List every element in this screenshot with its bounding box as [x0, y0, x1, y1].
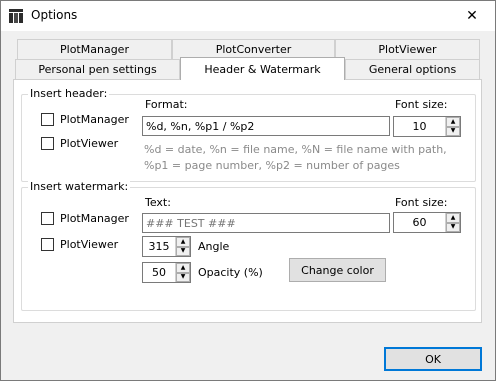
close-icon: ✕ — [466, 7, 478, 24]
change-color-button[interactable]: Change color — [289, 258, 386, 282]
group-label: Insert header: — [28, 87, 110, 100]
tab-label: PlotManager — [60, 43, 129, 56]
opacity-label: Opacity (%) — [198, 266, 263, 279]
spin-down-icon[interactable]: ▼ — [176, 272, 190, 282]
tab-plotviewer[interactable]: PlotViewer — [335, 39, 480, 59]
header-font-size-label: Font size: — [395, 98, 448, 111]
spinner-value: 10 — [412, 120, 427, 133]
checkbox-label: PlotViewer — [60, 238, 119, 251]
watermark-text-input[interactable] — [142, 213, 390, 233]
group-label: Insert watermark: — [28, 180, 131, 193]
app-icon — [8, 8, 24, 24]
spin-up-icon[interactable]: ▲ — [446, 117, 460, 127]
spinner-arrows: ▲ ▼ — [175, 263, 190, 282]
spinner-arrows: ▲ ▼ — [445, 213, 460, 232]
header-plotviewer-checkbox[interactable]: PlotViewer — [41, 137, 118, 150]
insert-watermark-group: Insert watermark: PlotManager PlotViewer… — [21, 180, 476, 311]
tab-label: PlotConverter — [215, 43, 292, 56]
spin-down-icon[interactable]: ▼ — [446, 222, 460, 232]
spinner-arrows: ▲ ▼ — [445, 117, 460, 136]
spinner-value: 60 — [412, 216, 427, 229]
options-dialog: Options ✕ PlotManager PlotConverter Plot… — [0, 0, 496, 381]
spinner-value: 50 — [152, 266, 166, 279]
tab-header-watermark[interactable]: Header & Watermark — [180, 57, 345, 80]
checkbox-box — [41, 212, 54, 225]
tab-panel: Insert header: PlotManager PlotViewer Fo… — [13, 79, 482, 323]
spinner-value: 315 — [148, 240, 170, 253]
angle-spinner[interactable]: 315 ▲ ▼ — [142, 236, 191, 257]
watermark-text-label: Text: — [145, 196, 171, 209]
checkbox-label: PlotManager — [60, 212, 129, 225]
opacity-spinner[interactable]: 50 ▲ ▼ — [142, 262, 191, 283]
window-title: Options — [31, 8, 78, 22]
tab-label: Header & Watermark — [204, 62, 321, 76]
spin-up-icon[interactable]: ▲ — [176, 263, 190, 273]
format-hint-line2: %p1 = page number, %p2 = number of pages — [144, 159, 400, 172]
tab-label: General options — [368, 63, 457, 76]
tab-label: Personal pen settings — [38, 63, 157, 76]
header-font-size-spinner[interactable]: 10 ▲ ▼ — [393, 116, 461, 137]
spin-down-icon[interactable]: ▼ — [446, 126, 460, 136]
checkbox-box — [41, 113, 54, 126]
checkbox-label: PlotViewer — [60, 137, 119, 150]
tab-general-options[interactable]: General options — [345, 59, 480, 79]
spin-up-icon[interactable]: ▲ — [176, 237, 190, 247]
header-plotmanager-checkbox[interactable]: PlotManager — [41, 113, 129, 126]
close-button[interactable]: ✕ — [449, 1, 495, 30]
button-label: OK — [425, 352, 441, 366]
button-label: Change color — [301, 263, 374, 277]
insert-header-group: Insert header: PlotManager PlotViewer Fo… — [21, 87, 476, 182]
format-input[interactable] — [142, 116, 390, 136]
format-hint-line1: %d = date, %n = file name, %N = file nam… — [144, 143, 447, 156]
checkbox-box — [41, 238, 54, 251]
tab-plotconverter[interactable]: PlotConverter — [172, 39, 335, 59]
watermark-plotmanager-checkbox[interactable]: PlotManager — [41, 212, 129, 225]
spin-down-icon[interactable]: ▼ — [176, 246, 190, 256]
ok-button[interactable]: OK — [384, 347, 482, 371]
tab-personal-pen-settings[interactable]: Personal pen settings — [15, 59, 180, 79]
watermark-font-size-spinner[interactable]: 60 ▲ ▼ — [393, 212, 461, 233]
spin-up-icon[interactable]: ▲ — [446, 213, 460, 223]
watermark-font-size-label: Font size: — [395, 196, 448, 209]
tab-plotmanager[interactable]: PlotManager — [17, 39, 172, 59]
watermark-plotviewer-checkbox[interactable]: PlotViewer — [41, 238, 118, 251]
format-label: Format: — [145, 98, 188, 111]
spinner-arrows: ▲ ▼ — [175, 237, 190, 256]
checkbox-box — [41, 137, 54, 150]
angle-label: Angle — [198, 240, 230, 253]
title-bar: Options ✕ — [1, 1, 495, 31]
tab-label: PlotViewer — [378, 43, 437, 56]
checkbox-label: PlotManager — [60, 113, 129, 126]
